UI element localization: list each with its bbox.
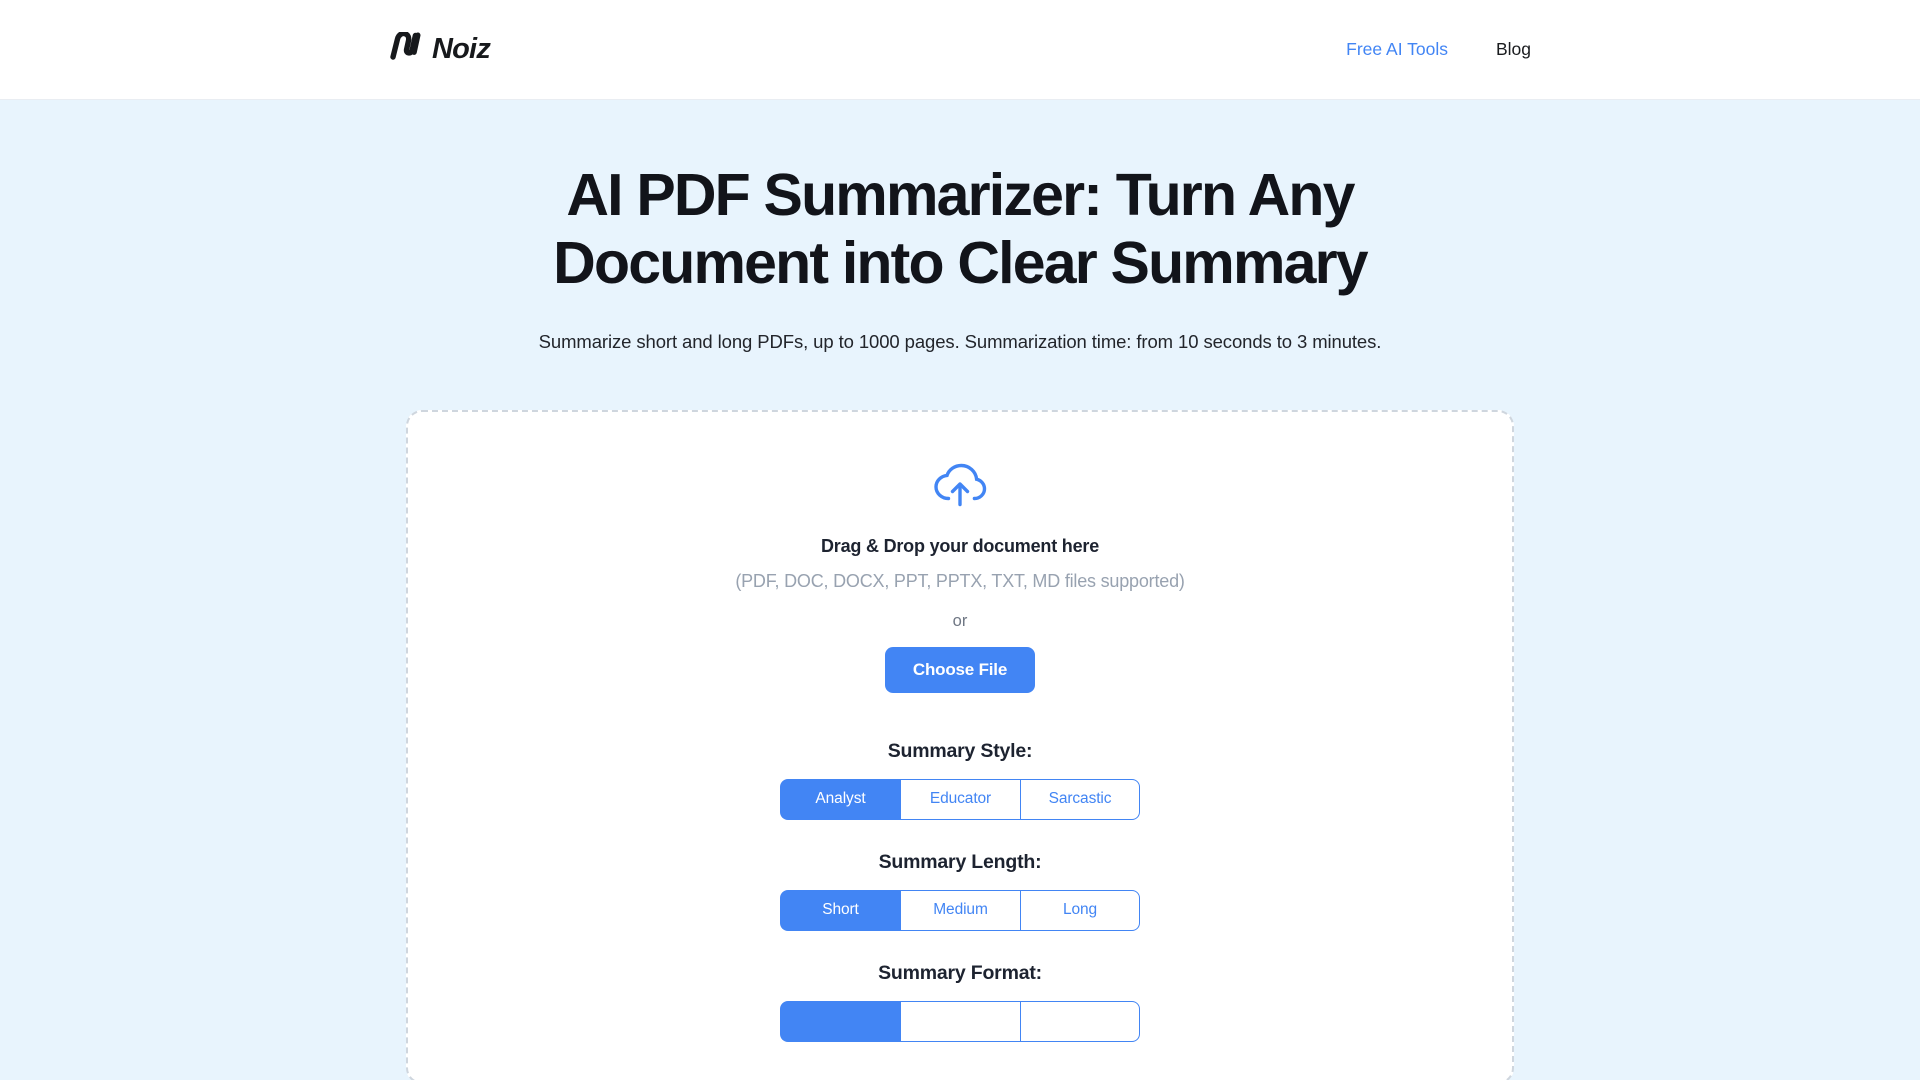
summary-style-label: Summary Style:: [887, 739, 1033, 762]
page-title: AI PDF Summarizer: Turn Any Document int…: [553, 162, 1368, 297]
upload-dropzone[interactable]: Drag & Drop your document here (PDF, DOC…: [406, 409, 1514, 1080]
noiz-logo-mark-icon: [389, 30, 423, 67]
dropzone-title: Drag & Drop your document here: [820, 535, 1100, 556]
brand-logo[interactable]: Noiz: [389, 30, 491, 67]
summary-style-group: Summary Style: Analyst Educator Sarcasti…: [408, 740, 1512, 820]
summary-format-segmented-control: [780, 1000, 1140, 1042]
summary-style-segmented-control: Analyst Educator Sarcastic: [780, 778, 1140, 820]
nav-item-blog[interactable]: Blog: [1496, 39, 1531, 60]
summary-format-option-1[interactable]: [780, 1000, 900, 1042]
summary-length-segmented-control: Short Medium Long: [780, 889, 1140, 931]
summary-length-option-short[interactable]: Short: [780, 889, 900, 931]
summary-length-option-medium[interactable]: Medium: [900, 889, 1020, 931]
supported-formats-text: (PDF, DOC, DOCX, PPT, PPTX, TXT, MD file…: [735, 570, 1185, 591]
main-navigation: Free AI Tools Blog: [1346, 39, 1531, 60]
summary-format-option-3[interactable]: [1020, 1000, 1140, 1042]
cloud-upload-icon: [933, 463, 987, 512]
summary-length-group: Summary Length: Short Medium Long: [408, 851, 1512, 931]
summary-length-label: Summary Length:: [878, 850, 1042, 873]
nav-item-free-ai-tools[interactable]: Free AI Tools: [1346, 39, 1448, 60]
hero-subtitle: Summarize short and long PDFs, up to 100…: [538, 330, 1382, 352]
summary-length-option-long[interactable]: Long: [1020, 889, 1140, 931]
summary-format-group: Summary Format:: [408, 962, 1512, 1042]
summary-style-option-analyst[interactable]: Analyst: [780, 778, 900, 820]
summary-style-option-educator[interactable]: Educator: [900, 778, 1020, 820]
summary-format-option-2[interactable]: [900, 1000, 1020, 1042]
choose-file-button[interactable]: Choose File: [885, 646, 1035, 693]
or-divider: or: [952, 611, 968, 630]
brand-name: Noiz: [432, 33, 491, 65]
summary-style-option-sarcastic[interactable]: Sarcastic: [1020, 778, 1140, 820]
hero-section: AI PDF Summarizer: Turn Any Document int…: [0, 100, 1920, 1080]
site-header: Noiz Free AI Tools Blog: [0, 0, 1920, 100]
summary-format-label: Summary Format:: [878, 961, 1042, 984]
